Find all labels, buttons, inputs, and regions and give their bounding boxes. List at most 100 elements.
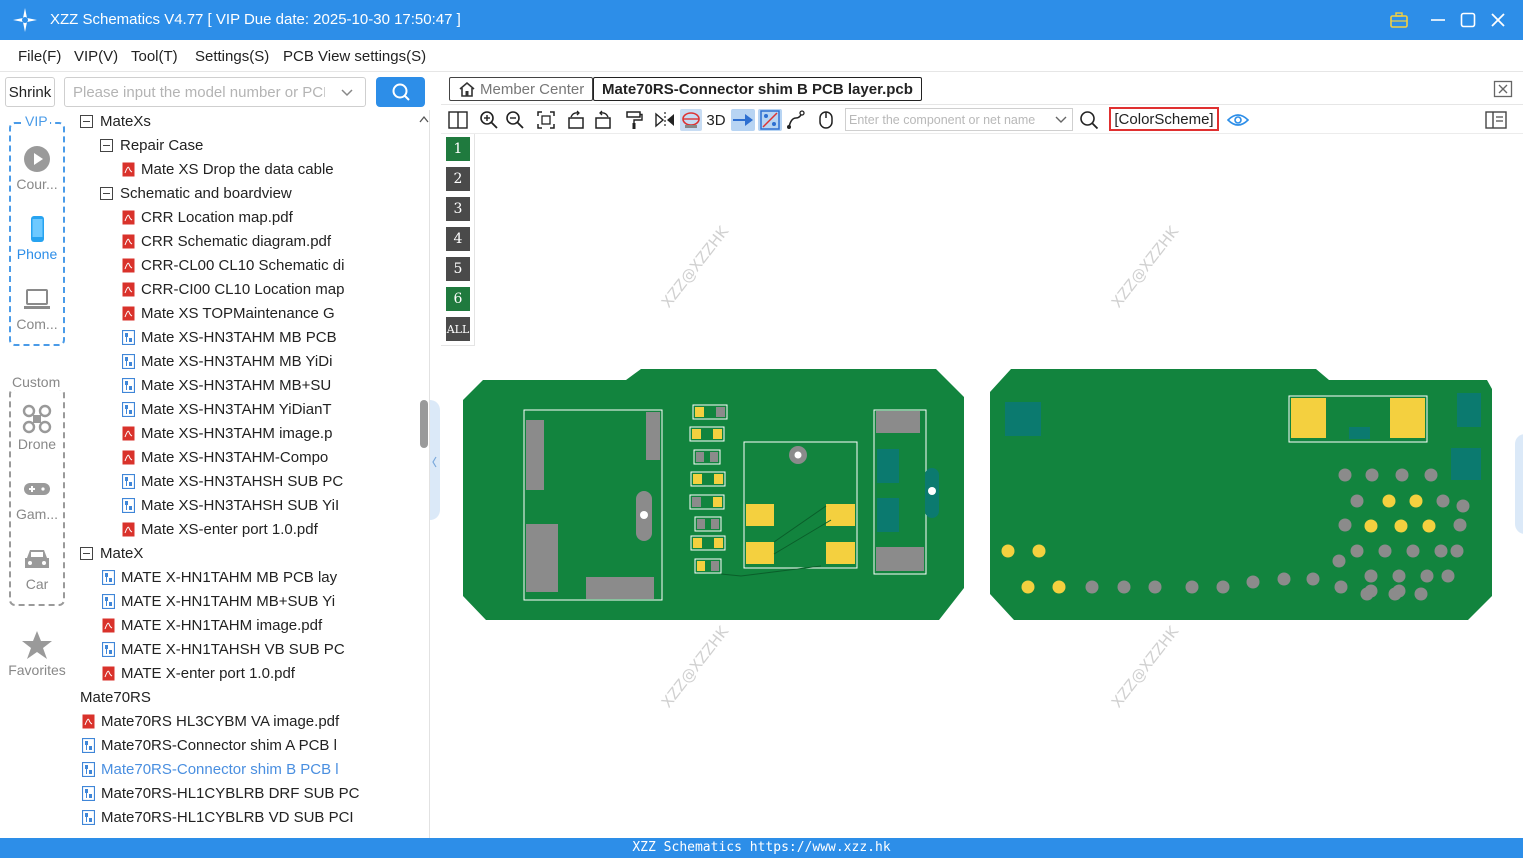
three-d-button[interactable]: 3D xyxy=(704,109,728,131)
panel-collapse-handle[interactable] xyxy=(430,400,440,520)
rail-item-car[interactable]: Car xyxy=(0,544,74,592)
pad[interactable] xyxy=(1414,587,1428,601)
tree-file[interactable]: CRR-CL00 CL10 Schematic di xyxy=(122,253,344,277)
rail-item-phone[interactable]: Phone xyxy=(0,214,74,262)
pad[interactable] xyxy=(1338,518,1352,532)
chevron-down-icon[interactable] xyxy=(339,84,355,100)
rotate-left-button[interactable] xyxy=(565,109,587,131)
pad[interactable] xyxy=(1350,494,1364,508)
rail-item-computer[interactable]: Com... xyxy=(0,284,74,332)
mirror-button[interactable] xyxy=(654,109,676,131)
tree-file[interactable]: MATE X-HN1TAHM image.pdf xyxy=(102,613,322,637)
split-view-button[interactable] xyxy=(447,109,469,131)
highlight-net-button[interactable] xyxy=(731,109,755,131)
tree-file[interactable]: Mate70RS-Connector shim A PCB l xyxy=(82,733,337,757)
pad[interactable] xyxy=(1117,580,1131,594)
pad[interactable] xyxy=(1422,519,1436,533)
visibility-button[interactable] xyxy=(1227,109,1249,131)
briefcase-icon[interactable] xyxy=(1388,9,1410,31)
pad[interactable] xyxy=(1277,572,1291,586)
pcb-board-top[interactable] xyxy=(463,369,964,620)
flip-board-button[interactable] xyxy=(680,109,702,131)
collapse-icon[interactable] xyxy=(80,114,93,128)
pad[interactable] xyxy=(1434,544,1448,558)
search-button[interactable] xyxy=(376,77,425,107)
pad[interactable] xyxy=(1450,544,1464,558)
tree-file[interactable]: Mate XS-HN3TAHM YiDianT xyxy=(122,397,332,421)
menu-vip[interactable]: VIP(V) xyxy=(74,48,118,65)
pad[interactable] xyxy=(1394,519,1408,533)
component-search-input[interactable] xyxy=(846,109,1046,130)
pad[interactable] xyxy=(1360,587,1374,601)
pad[interactable] xyxy=(1365,468,1379,482)
tree-file[interactable]: MATE X-HN1TAHSH VB SUB PC xyxy=(102,637,345,661)
tree-file[interactable]: MATE X-enter port 1.0.pdf xyxy=(102,661,295,685)
tree-file[interactable]: Mate70RS-HL1CYBLRB VD SUB PCI xyxy=(82,805,354,829)
pad[interactable] xyxy=(1436,494,1450,508)
pad[interactable] xyxy=(1441,569,1455,583)
collapse-icon[interactable] xyxy=(100,186,113,200)
pad[interactable] xyxy=(1338,468,1352,482)
menu-file[interactable]: File(F) xyxy=(18,48,61,65)
pcb-canvas[interactable]: 1 2 3 4 5 6 ALL XZZ@XZZHK XZZ@XZZHK XZZ@XZZHK … xyxy=(441,134,1523,838)
tree-file[interactable]: CRR Schematic diagram.pdf xyxy=(122,229,331,253)
right-panel-handle[interactable] xyxy=(1515,434,1523,534)
net-view-button[interactable] xyxy=(758,109,782,131)
tree-file[interactable]: Mate XS-HN3TAHM MB PCB xyxy=(122,325,337,349)
tree-folder[interactable]: MateX xyxy=(80,541,143,565)
tree-folder[interactable]: MateXs xyxy=(80,110,151,133)
tree-file[interactable]: Mate70RS-Connector shim B PCB l xyxy=(82,757,339,781)
tree-file[interactable]: Mate XS-HN3TAHM MB+SU xyxy=(122,373,331,397)
zoom-out-button[interactable] xyxy=(504,109,526,131)
tree-file[interactable]: Mate XS Drop the data cable xyxy=(122,157,334,181)
minimize-button[interactable] xyxy=(1427,9,1449,31)
pad[interactable] xyxy=(1148,580,1162,594)
tree-file[interactable]: Mate XS-HN3TAHSH SUB PC xyxy=(122,469,343,493)
pad[interactable] xyxy=(1392,569,1406,583)
tree-file[interactable]: MATE X-HN1TAHM MB+SUB Yi xyxy=(102,589,335,613)
tree-scrollbar-thumb[interactable] xyxy=(420,400,428,448)
pcb-board-bottom[interactable] xyxy=(990,369,1492,620)
pad[interactable] xyxy=(1406,544,1420,558)
pad[interactable] xyxy=(1001,544,1015,558)
pad[interactable] xyxy=(1382,494,1396,508)
tree-file[interactable]: Mate70RS-HL1CYBLRB DRF SUB PC xyxy=(82,781,359,805)
pad[interactable] xyxy=(1306,572,1320,586)
tree-file[interactable]: Mate XS-HN3TAHM image.p xyxy=(122,421,332,445)
pad[interactable] xyxy=(1185,580,1199,594)
tree-file[interactable]: Mate70RS HL3CYBM VA image.pdf xyxy=(82,709,339,733)
tree-file[interactable]: CRR Location map.pdf xyxy=(122,205,293,229)
mouse-mode-button[interactable] xyxy=(815,109,837,131)
paint-button[interactable] xyxy=(623,109,645,131)
rotate-right-button[interactable] xyxy=(592,109,614,131)
maximize-button[interactable] xyxy=(1457,9,1479,31)
close-button[interactable] xyxy=(1487,9,1509,31)
rail-item-drone[interactable]: Drone xyxy=(0,404,74,452)
side-panel-toggle-button[interactable] xyxy=(1485,109,1507,131)
chevron-down-icon[interactable] xyxy=(1054,113,1068,127)
pad[interactable] xyxy=(1350,544,1364,558)
tree-file[interactable]: CRR-CI00 CL10 Location map xyxy=(122,277,344,301)
color-scheme-button[interactable]: [ColorScheme] xyxy=(1109,107,1219,131)
tree-file[interactable]: Mate XS-HN3TAHM-Compo xyxy=(122,445,328,469)
pad[interactable] xyxy=(1085,580,1099,594)
pad[interactable] xyxy=(1456,499,1470,513)
tree-folder[interactable]: Repair Case xyxy=(100,133,203,157)
tree-file[interactable]: Mate XS-HN3TAHM MB YiDi xyxy=(122,349,332,373)
tree-folder[interactable]: Mate70RS xyxy=(74,685,151,709)
pad[interactable] xyxy=(1378,544,1392,558)
collapse-icon[interactable] xyxy=(80,546,93,560)
pad[interactable] xyxy=(1364,519,1378,533)
tab-member-center[interactable]: Member Center xyxy=(449,77,594,101)
tab-active-pcb[interactable]: Mate70RS-Connector shim B PCB layer.pcb xyxy=(593,77,922,101)
pad[interactable] xyxy=(1032,544,1046,558)
pad[interactable] xyxy=(1420,569,1434,583)
pad[interactable] xyxy=(1021,580,1035,594)
fit-view-button[interactable] xyxy=(535,109,557,131)
pad[interactable] xyxy=(1395,468,1409,482)
pad[interactable] xyxy=(1334,580,1348,594)
rail-item-game[interactable]: Gam... xyxy=(0,474,74,522)
collapse-icon[interactable] xyxy=(100,138,113,152)
pad[interactable] xyxy=(1332,554,1346,568)
close-tab-icon[interactable] xyxy=(1493,80,1513,98)
